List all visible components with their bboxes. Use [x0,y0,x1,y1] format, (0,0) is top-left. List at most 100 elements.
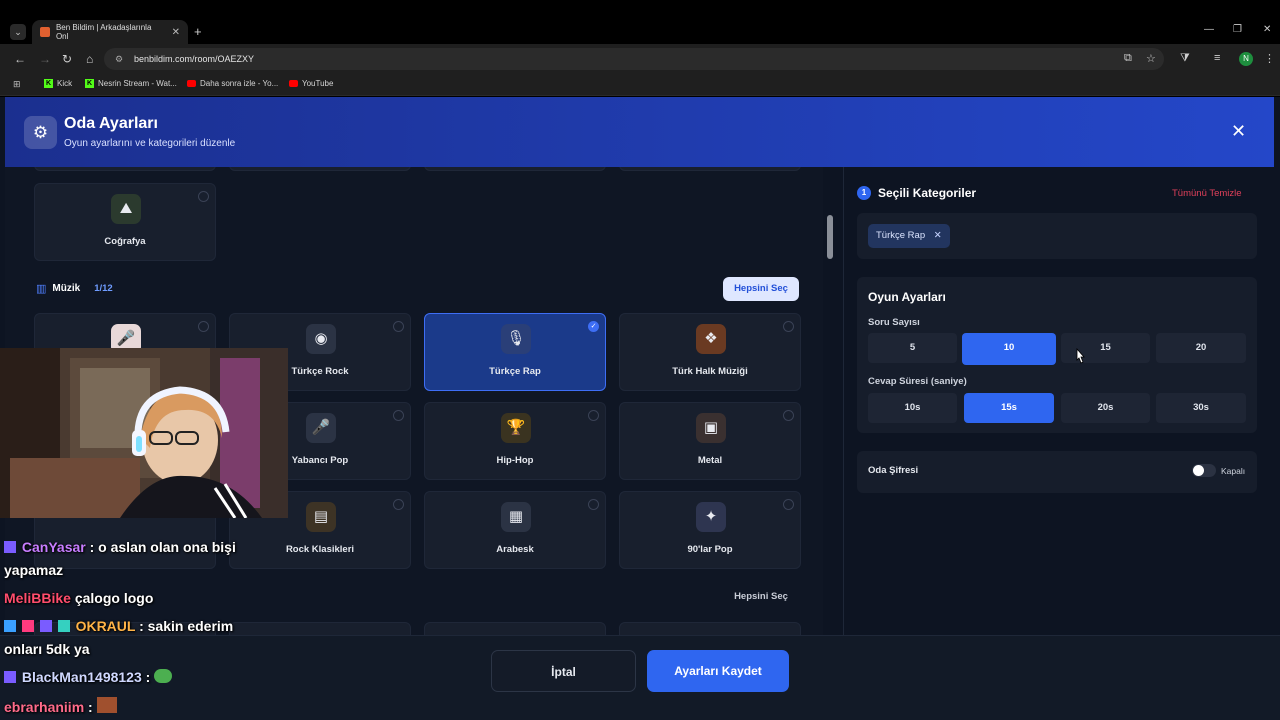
sub-badge-icon [4,671,16,683]
select-radio[interactable] [783,410,794,421]
back-icon[interactable]: ← [14,52,26,66]
forward-icon[interactable]: → [39,52,51,66]
modal-subtitle: Oyun ayarlarını ve kategorileri düzenle [64,138,236,149]
category-card-metal[interactable]: ▣ Metal [619,402,801,480]
bookmark-watch-later[interactable]: Daha sonra izle - Yo... [187,79,278,88]
site-info-icon[interactable]: ⚙ [115,48,123,70]
answer-time-10s[interactable]: 10s [868,393,957,423]
cancel-button[interactable]: İptal [491,650,636,692]
extensions-icon[interactable]: ⧩ [1180,52,1190,65]
select-radio[interactable] [783,321,794,332]
next-select-all-button[interactable]: Hepsini Seç [723,585,799,609]
category-card[interactable] [34,167,216,171]
select-radio[interactable] [393,410,404,421]
browser-tab[interactable]: Ben Bildim | Arkadaşlarınla Onl ✕ [32,20,188,44]
category-card-hip-hop[interactable]: 🏆 Hip-Hop [424,402,606,480]
bookmarks-bar: ⊞ K Kick K Nesrin Stream - Wat... Daha son… [0,74,1280,96]
select-radio[interactable] [198,191,209,202]
music-count: 1/12 [94,283,113,294]
youtube-icon [289,80,298,87]
category-card[interactable] [424,622,606,635]
emote-icon [96,697,117,713]
menu-icon[interactable]: ⋮ [1264,52,1275,65]
chat-message: CanYasar : o aslan olan ona bişi [4,539,236,555]
modal-title: Oda Ayarları [64,115,158,132]
guitar-case-icon: ▤ [306,502,336,532]
answer-time-30s[interactable]: 30s [1156,393,1246,423]
select-radio[interactable] [393,499,404,510]
question-count-10[interactable]: 10 [962,333,1056,365]
apps-grid-icon[interactable]: ⊞ [13,79,21,90]
clear-all-button[interactable]: Tümünü Temizle [1172,188,1242,199]
chat-message-continued: onları 5dk ya [4,641,90,657]
question-count-5[interactable]: 5 [868,333,957,363]
address-bar[interactable]: ⚙ benbildim.com/room/OAEZXY [104,48,1164,70]
category-scrollbar[interactable] [827,215,833,259]
minimize-icon[interactable]: — [1204,24,1214,35]
music-section-header: ▥ Müzik 1/12 [36,283,113,295]
modal-close-icon[interactable]: ✕ [1231,121,1246,142]
vip-badge-icon [57,620,70,632]
category-card[interactable] [424,167,606,171]
panel-divider [843,167,844,635]
category-card[interactable] [229,622,411,635]
answer-time-15s[interactable]: 15s [964,393,1054,423]
selected-check-icon[interactable]: ✓ [588,321,599,332]
category-card[interactable] [619,622,801,635]
category-card[interactable] [619,167,801,171]
mountain-icon: ⛰ [111,194,141,224]
bookmark-star-icon[interactable]: ☆ [1146,52,1156,65]
microphone-icon: 🎤 [306,413,336,443]
select-radio[interactable] [198,321,209,332]
home-icon[interactable]: ⌂ [86,52,93,66]
browser-toolbar: ← → ↻ ⌂ ⚙ benbildim.com/room/OAEZXY ⧉ ☆ … [0,44,1280,74]
select-radio[interactable] [588,410,599,421]
tab-search-button[interactable]: ⌄ [10,24,26,40]
restore-icon[interactable]: ❐ [1233,24,1242,35]
password-toggle[interactable] [1192,464,1216,477]
selected-categories-title: Seçili Kategoriler [878,186,977,200]
save-settings-button[interactable]: Ayarları Kaydet [647,650,789,692]
bookmark-kick[interactable]: K Kick [44,79,72,88]
select-radio[interactable] [393,321,404,332]
chat-message: OKRAUL : sakin ederim [4,618,233,634]
youtube-icon [187,80,196,87]
room-password-box: Oda Şifresi Kapalı [857,451,1257,493]
category-card[interactable] [229,167,411,171]
settings-gear-icon: ⚙ [24,116,57,149]
pepe-emote-icon [154,669,173,683]
chat-message: ebrarhaniim : [4,697,119,715]
selected-chip: Türkçe Rap ✕ [868,224,950,248]
disco-icon: ✦ [696,502,726,532]
select-radio[interactable] [588,499,599,510]
select-radio[interactable] [783,499,794,510]
category-card-geography[interactable]: ⛰ Coğrafya [34,183,216,261]
new-tab-button[interactable]: + [194,24,202,39]
window-close-icon[interactable]: ✕ [1263,24,1271,35]
kick-icon: K [85,79,94,88]
category-card-90lar-pop[interactable]: ✦ 90'lar Pop [619,491,801,569]
gift-badge-icon [21,620,34,632]
install-app-icon[interactable]: ⧉ [1124,52,1132,65]
kick-icon: K [44,79,53,88]
bookmark-nesrin-stream[interactable]: K Nesrin Stream - Wat... [85,79,177,88]
folk-ornament-icon: ❖ [696,324,726,354]
modal-footer: İptal Ayarları Kaydet [0,635,1280,720]
question-count-label: Soru Sayısı [868,317,920,328]
category-card-turk-halk-muzigi[interactable]: ❖ Türk Halk Müziği [619,313,801,391]
answer-time-20s[interactable]: 20s [1061,393,1150,423]
music-select-all-button[interactable]: Hepsini Seç [723,277,799,301]
profile-avatar[interactable]: N [1239,52,1253,66]
question-count-20[interactable]: 20 [1156,333,1246,363]
bookmark-youtube[interactable]: YouTube [289,79,333,88]
reload-icon[interactable]: ↻ [62,52,72,66]
chat-message: BlackMan1498123 : [4,669,174,685]
tab-close-icon[interactable]: ✕ [172,27,180,38]
category-card-turkce-rap[interactable]: 🎙 Türkçe Rap ✓ [424,313,606,391]
category-card-arabesk[interactable]: ▦ Arabesk [424,491,606,569]
modal-header: ⚙ Oda Ayarları Oyun ayarlarını ve katego… [5,97,1274,167]
chip-remove-icon[interactable]: ✕ [934,230,942,241]
media-controls-icon[interactable]: ≡ [1214,52,1220,64]
microphone-icon: 🎙 [501,324,531,354]
game-settings-title: Oyun Ayarları [868,290,946,304]
